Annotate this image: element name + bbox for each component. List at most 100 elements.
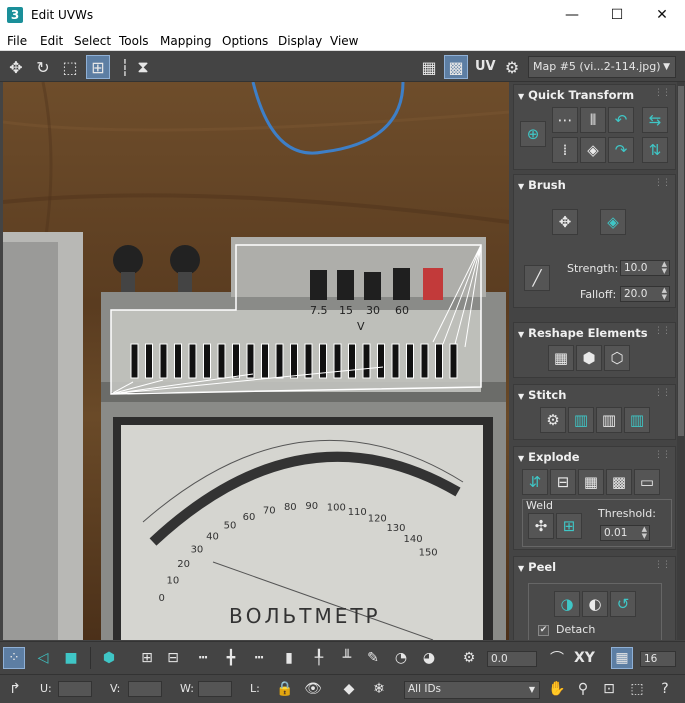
- weld-selected-icon[interactable]: ⊞: [556, 513, 582, 539]
- strength-spinner[interactable]: 10.0 ▲ ▼: [620, 260, 670, 276]
- freeform-icon[interactable]: ⊞: [86, 55, 110, 79]
- menu-view[interactable]: View: [330, 34, 358, 48]
- brush-header[interactable]: ▼ Brush: [518, 178, 566, 192]
- select-flipped-icon[interactable]: ╨: [336, 647, 358, 669]
- reset-peel-icon[interactable]: ↺: [610, 591, 636, 617]
- menu-select[interactable]: Select: [74, 34, 111, 48]
- stitch-average-icon[interactable]: ▥: [596, 407, 622, 433]
- scale-icon[interactable]: ⬚: [58, 55, 82, 79]
- menu-tools[interactable]: Tools: [119, 34, 149, 48]
- close-button[interactable]: ✕: [639, 0, 685, 31]
- ring-icon[interactable]: ╋: [220, 647, 242, 669]
- threshold-spinner[interactable]: 0.01 ▲ ▼: [600, 525, 650, 541]
- flatten-by-material-icon[interactable]: ▭: [634, 469, 660, 495]
- break-icon[interactable]: ⇵: [522, 469, 548, 495]
- maximize-button[interactable]: ☐: [594, 0, 640, 31]
- paint-move-icon[interactable]: ✥: [552, 209, 578, 235]
- space-horizontal-icon[interactable]: ⁞: [552, 137, 578, 163]
- align-vertical-icon[interactable]: ⦀: [580, 107, 606, 133]
- pinch-brush-icon[interactable]: ╱: [524, 265, 550, 291]
- vertex-mode-icon[interactable]: ⁘: [3, 647, 25, 669]
- select-overlap-icon[interactable]: ╀: [308, 647, 330, 669]
- u-field[interactable]: [58, 681, 92, 697]
- loop-icon[interactable]: ┅: [192, 647, 214, 669]
- detach-edge-icon[interactable]: ⊟: [550, 469, 576, 495]
- arc-icon[interactable]: ⌒: [546, 647, 568, 669]
- uv-viewport[interactable]: 0 10 20 30 40 50 60 70 80 90 100 110 120 130 140 150 7.…: [3, 82, 509, 640]
- polygon-mode-icon[interactable]: ■: [60, 647, 82, 669]
- rotate-icon[interactable]: ↻: [31, 55, 55, 79]
- peel-header[interactable]: ▼ Peel: [518, 560, 556, 574]
- texture-icon[interactable]: ▩: [444, 55, 468, 79]
- flatten-by-smoothing-icon[interactable]: ▩: [606, 469, 632, 495]
- menu-file[interactable]: File: [7, 34, 27, 48]
- texture-map-dropdown[interactable]: Map #5 (vi...2-114.jpg) ▼: [528, 56, 676, 78]
- falloff-spinner[interactable]: 20.0 ▲ ▼: [620, 286, 670, 302]
- straighten-icon[interactable]: ◈: [580, 137, 606, 163]
- stitch-header[interactable]: ▼ Stitch: [518, 388, 566, 402]
- stitch-custom-icon[interactable]: ⚙: [540, 407, 566, 433]
- show-hidden-icon[interactable]: 👁: [302, 678, 324, 700]
- w-field[interactable]: [198, 681, 232, 697]
- v-field[interactable]: [128, 681, 162, 697]
- quick-transform-header[interactable]: ▼ Quick Transform: [518, 88, 634, 102]
- xy-label[interactable]: XY: [574, 650, 595, 666]
- help-icon[interactable]: ?: [654, 678, 676, 700]
- grow-selection-icon[interactable]: ⊞: [136, 647, 158, 669]
- absolute-offset-icon[interactable]: ↱: [4, 678, 26, 700]
- mirror-icon[interactable]: ⧗: [131, 55, 155, 79]
- straighten-selection-icon[interactable]: ▦: [548, 345, 574, 371]
- angle-icon[interactable]: ⚙: [458, 647, 480, 669]
- panel-scrollbar[interactable]: [677, 82, 685, 640]
- settings-icon[interactable]: ⚙: [500, 55, 524, 79]
- edge-mode-icon[interactable]: ◁: [32, 647, 54, 669]
- minimize-button[interactable]: —: [549, 0, 595, 31]
- zoom-extents-icon[interactable]: ⬚: [626, 678, 648, 700]
- select-edge-icon[interactable]: ┅: [248, 647, 270, 669]
- flip-vertical-icon[interactable]: ⇅: [642, 137, 668, 163]
- menu-edit[interactable]: Edit: [40, 34, 63, 48]
- uv-toggle[interactable]: UV: [475, 59, 496, 74]
- quick-peel-icon[interactable]: ◑: [554, 591, 580, 617]
- stitch-to-source-icon[interactable]: ▥: [624, 407, 650, 433]
- peel-mode-icon[interactable]: ◐: [582, 591, 608, 617]
- menu-mapping[interactable]: Mapping: [160, 34, 212, 48]
- soft-select-icon[interactable]: ◔: [390, 647, 412, 669]
- material-ids-dropdown[interactable]: All IDs ▼: [404, 681, 540, 699]
- checker-icon[interactable]: ▦: [417, 55, 441, 79]
- weld-target-icon[interactable]: ✣: [528, 513, 554, 539]
- uv-slot: [145, 343, 153, 379]
- relax-icon[interactable]: ⬢: [576, 345, 602, 371]
- detach-checkbox[interactable]: ✔: [538, 625, 549, 636]
- reshape-elements-header[interactable]: ▼ Reshape Elements: [518, 326, 648, 340]
- menu-display[interactable]: Display: [278, 34, 322, 48]
- zoom-region-icon[interactable]: ⊡: [598, 678, 620, 700]
- move-icon[interactable]: ✥: [4, 55, 28, 79]
- rotate-cw-icon[interactable]: ↷: [608, 137, 634, 163]
- relax-brush-icon[interactable]: ◈: [600, 209, 626, 235]
- rotate-ccw-icon[interactable]: ↶: [608, 107, 634, 133]
- menu-options[interactable]: Options: [222, 34, 268, 48]
- stitch-to-target-icon[interactable]: ▥: [568, 407, 594, 433]
- grid-snap-icon[interactable]: ▦: [611, 647, 633, 669]
- align-horizontal-icon[interactable]: ⋯: [552, 107, 578, 133]
- rotation-field[interactable]: 0.0: [487, 651, 537, 667]
- explode-header[interactable]: ▼ Explode: [518, 450, 580, 464]
- grid-size-field[interactable]: 16: [640, 651, 676, 667]
- scrollbar-thumb[interactable]: [678, 86, 684, 436]
- pan-icon[interactable]: ✋: [546, 678, 568, 700]
- shrink-selection-icon[interactable]: ⊟: [162, 647, 184, 669]
- zoom-icon[interactable]: ⚲: [572, 678, 594, 700]
- falloff-select-icon[interactable]: ◕: [418, 647, 440, 669]
- switch-unit-label: V: [357, 320, 365, 333]
- paint-select-icon[interactable]: ✎: [362, 647, 384, 669]
- relax-settings-icon[interactable]: ⬡: [604, 345, 630, 371]
- flatten-icon[interactable]: ▦: [578, 469, 604, 495]
- lock-icon[interactable]: 🔒: [274, 678, 296, 700]
- freeze-icon[interactable]: ❄: [368, 678, 390, 700]
- flip-horizontal-icon[interactable]: ⇆: [642, 107, 668, 133]
- hide-icon[interactable]: ◆: [338, 678, 360, 700]
- select-by-icon[interactable]: ▮: [278, 647, 300, 669]
- element-mode-icon[interactable]: ⬢: [98, 647, 120, 669]
- align-center-icon[interactable]: ⊕: [520, 121, 546, 147]
